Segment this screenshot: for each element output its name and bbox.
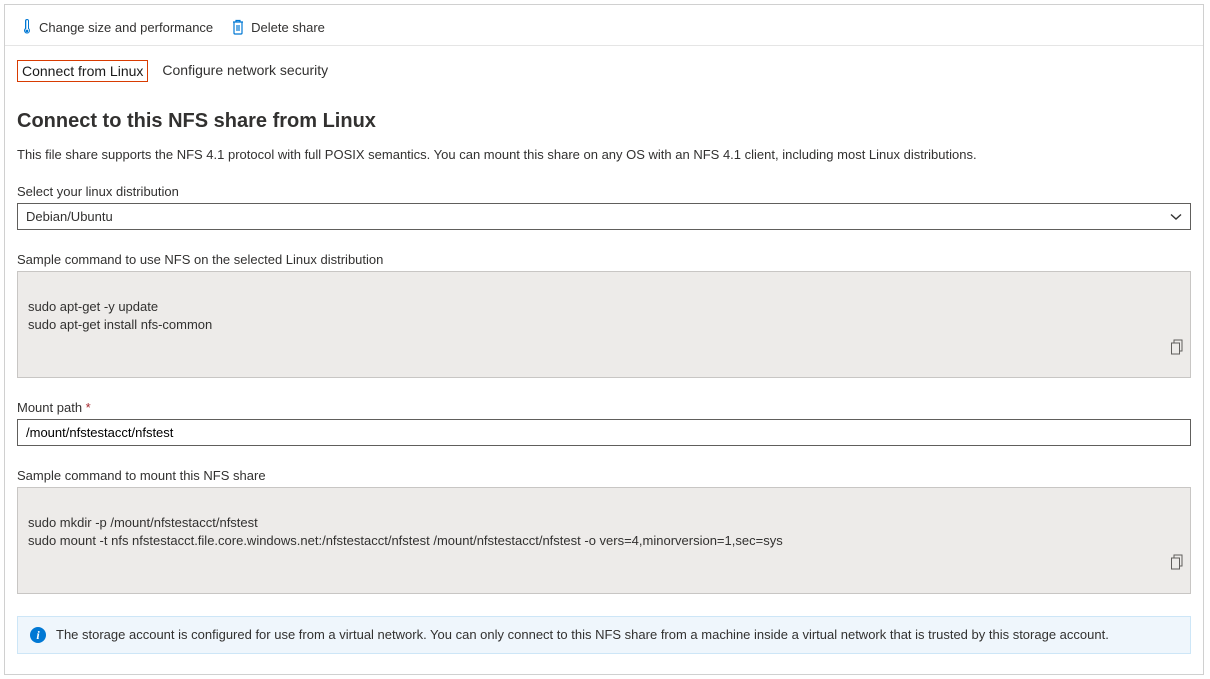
tab-configure-security[interactable]: Configure network security <box>158 60 332 82</box>
install-command-box: sudo apt-get -y update sudo apt-get inst… <box>17 271 1191 378</box>
page-title: Connect to this NFS share from Linux <box>17 110 1191 133</box>
distro-select[interactable]: Debian/Ubuntu <box>17 203 1191 230</box>
info-banner: i The storage account is configured for … <box>17 616 1191 654</box>
page-description: This file share supports the NFS 4.1 pro… <box>17 147 1191 162</box>
copy-icon[interactable] <box>1170 320 1184 372</box>
mount-cmd-label: Sample command to mount this NFS share <box>17 468 1191 483</box>
info-text: The storage account is configured for us… <box>56 627 1109 642</box>
delete-share-button[interactable]: Delete share <box>231 19 325 35</box>
mount-path-label: Mount path * <box>17 400 1191 415</box>
thermometer-icon <box>21 19 33 35</box>
copy-icon[interactable] <box>1170 536 1184 588</box>
tab-content: Connect to this NFS share from Linux Thi… <box>5 90 1203 674</box>
share-connect-panel: Change size and performance Delete share… <box>4 4 1204 675</box>
tab-strip: Connect from Linux Configure network sec… <box>5 46 1203 90</box>
trash-icon <box>231 19 245 35</box>
chevron-down-icon <box>1170 213 1182 221</box>
delete-share-label: Delete share <box>251 20 325 35</box>
distro-value: Debian/Ubuntu <box>26 209 113 224</box>
mount-command-box: sudo mkdir -p /mount/nfstestacct/nfstest… <box>17 487 1191 594</box>
distro-label: Select your linux distribution <box>17 184 1191 199</box>
mount-command-text: sudo mkdir -p /mount/nfstestacct/nfstest… <box>28 515 783 548</box>
install-cmd-label: Sample command to use NFS on the selecte… <box>17 252 1191 267</box>
info-icon: i <box>30 627 46 643</box>
tab-connect-linux[interactable]: Connect from Linux <box>17 60 148 82</box>
change-size-label: Change size and performance <box>39 20 213 35</box>
command-bar: Change size and performance Delete share <box>5 5 1203 46</box>
required-asterisk: * <box>86 400 91 415</box>
mount-path-input[interactable] <box>17 419 1191 446</box>
change-size-button[interactable]: Change size and performance <box>21 19 213 35</box>
install-command-text: sudo apt-get -y update sudo apt-get inst… <box>28 299 212 332</box>
